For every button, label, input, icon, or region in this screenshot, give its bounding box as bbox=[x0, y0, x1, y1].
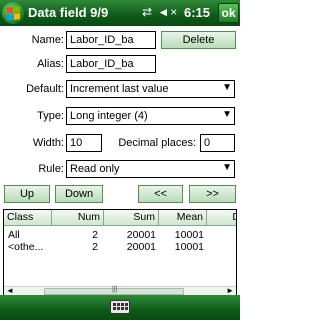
column-header-d[interactable]: D bbox=[207, 210, 236, 226]
cell-sum: 20001 bbox=[126, 229, 156, 241]
name-label: Name: bbox=[31, 34, 64, 46]
rule-label: Rule: bbox=[38, 163, 64, 175]
column-header-num[interactable]: Num bbox=[52, 210, 104, 226]
keyboard-icon[interactable] bbox=[110, 300, 130, 314]
type-label: Type: bbox=[37, 110, 64, 122]
dropdown-arrow-icon: ▼ bbox=[222, 82, 232, 93]
column-header-sum[interactable]: Sum bbox=[104, 210, 159, 226]
soft-key-bar bbox=[0, 295, 240, 320]
dropdown-arrow-icon: ▼ bbox=[222, 109, 232, 120]
cell-sum: 20001 bbox=[126, 241, 156, 253]
statistics-table[interactable]: Class Num Sum Mean D All 2 20001 10001 <… bbox=[3, 209, 237, 296]
dropdown-arrow-icon: ▼ bbox=[222, 162, 232, 173]
cell-mean: 10001 bbox=[174, 229, 204, 241]
connectivity-volume-icons[interactable]: ⇄ ◄× bbox=[142, 5, 178, 19]
start-menu-button[interactable] bbox=[2, 2, 24, 24]
name-field[interactable]: Labor_ID_ba bbox=[66, 31, 156, 49]
scroll-left-arrow-icon[interactable]: ◄ bbox=[6, 286, 14, 295]
up-button[interactable]: Up bbox=[4, 185, 50, 203]
rule-select-value: Read only bbox=[70, 163, 120, 175]
decimal-places-field[interactable]: 0 bbox=[200, 134, 235, 152]
ok-button[interactable]: ok bbox=[218, 3, 239, 23]
decimal-places-label: Decimal places: bbox=[118, 137, 196, 149]
window-title: Data field 9/9 bbox=[28, 5, 109, 20]
default-label: Default: bbox=[26, 83, 64, 95]
width-field[interactable]: 10 bbox=[66, 134, 102, 152]
type-select-value: Long integer (4) bbox=[70, 110, 148, 122]
delete-button[interactable]: Delete bbox=[161, 31, 236, 49]
rule-select[interactable]: Read only ▼ bbox=[66, 160, 235, 178]
cell-num: 2 bbox=[92, 229, 98, 241]
width-label: Width: bbox=[32, 137, 64, 149]
down-button[interactable]: Down bbox=[55, 185, 103, 203]
table-row[interactable]: <othe... 2 20001 10001 bbox=[4, 241, 236, 253]
cell-class: <othe... bbox=[8, 241, 44, 253]
next-button[interactable]: >> bbox=[189, 185, 236, 203]
column-header-mean[interactable]: Mean bbox=[159, 210, 207, 226]
scroll-right-arrow-icon[interactable]: ► bbox=[226, 286, 234, 295]
cell-num: 2 bbox=[92, 241, 98, 253]
clock[interactable]: 6:15 bbox=[184, 5, 210, 20]
cell-mean: 10001 bbox=[174, 241, 204, 253]
table-row[interactable]: All 2 20001 10001 bbox=[4, 229, 236, 241]
alias-label: Alias: bbox=[37, 58, 64, 70]
windows-flag-icon bbox=[7, 6, 20, 21]
previous-button[interactable]: << bbox=[138, 185, 183, 203]
column-header-class[interactable]: Class bbox=[4, 210, 52, 226]
cell-class: All bbox=[8, 229, 20, 241]
table-header: Class Num Sum Mean D bbox=[4, 210, 236, 226]
default-select[interactable]: Increment last value ▼ bbox=[66, 80, 235, 98]
title-bar: Data field 9/9 ⇄ ◄× 6:15 ok bbox=[0, 0, 240, 26]
type-select[interactable]: Long integer (4) ▼ bbox=[66, 107, 235, 125]
scroll-grip-icon: ||| bbox=[112, 286, 118, 293]
alias-field[interactable]: Labor_ID_ba bbox=[66, 55, 156, 73]
default-select-value: Increment last value bbox=[70, 83, 169, 95]
